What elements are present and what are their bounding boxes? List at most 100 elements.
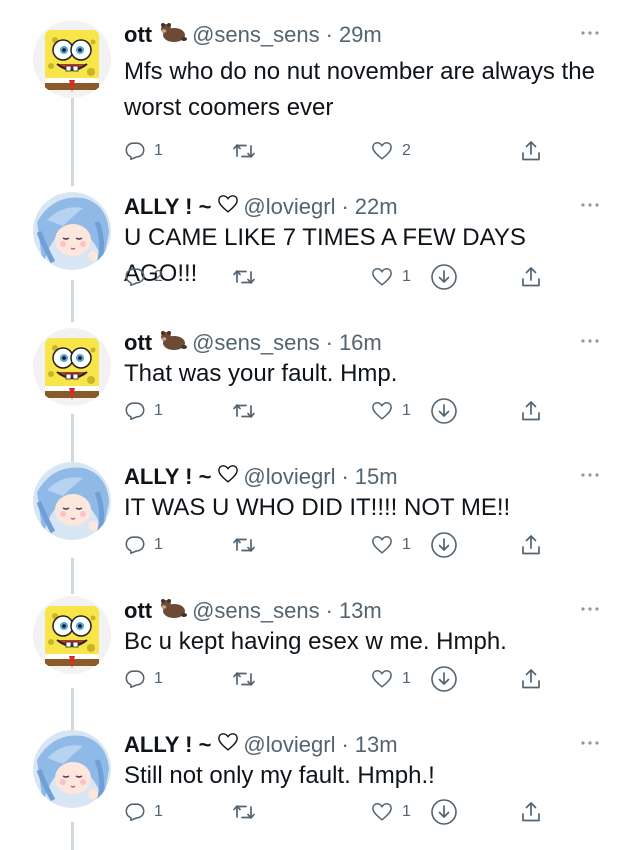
like-count: 2 (402, 142, 411, 159)
timestamp[interactable]: 13m (339, 598, 382, 623)
more-icon[interactable] (578, 736, 602, 750)
timestamp[interactable]: 29m (339, 22, 382, 47)
author-name[interactable]: ott (124, 330, 152, 355)
more-icon[interactable] (578, 26, 602, 40)
timestamp[interactable]: 13m (355, 732, 398, 757)
reply-count: 2 (154, 268, 163, 285)
heart-emoji-icon (217, 193, 239, 223)
retweet-icon (232, 139, 256, 163)
author-handle[interactable]: @loviegrl (243, 194, 335, 219)
reply-count: 1 (154, 803, 163, 820)
tweet-header: ALLY ! ~ @loviegrl · 22m (124, 192, 398, 222)
share-button[interactable] (519, 664, 543, 694)
timestamp[interactable]: 22m (355, 194, 398, 219)
reply-button[interactable]: 1 (124, 797, 163, 827)
tweet-text: Still not only my fault. Hmph.! (124, 762, 435, 789)
bear-emoji-icon (158, 597, 188, 627)
retweet-icon (232, 800, 256, 824)
avatar[interactable] (33, 730, 111, 808)
retweet-button[interactable] (232, 262, 256, 292)
avatar[interactable] (33, 596, 111, 674)
share-icon (519, 533, 543, 557)
like-count: 1 (402, 536, 411, 553)
download-icon (430, 665, 458, 693)
reply-button[interactable]: 1 (124, 396, 163, 426)
author-handle[interactable]: @loviegrl (243, 464, 335, 489)
share-button[interactable] (519, 530, 543, 560)
retweet-icon (232, 265, 256, 289)
more-icon[interactable] (578, 198, 602, 212)
download-button[interactable] (430, 797, 458, 827)
author-name[interactable]: ALLY ! ~ (124, 732, 211, 757)
reply-button[interactable]: 1 (124, 136, 163, 166)
retweet-button[interactable] (232, 664, 256, 694)
retweet-button[interactable] (232, 396, 256, 426)
retweet-icon (232, 399, 256, 423)
tweet-actions: 11 (124, 797, 544, 827)
author-handle[interactable]: @loviegrl (243, 732, 335, 757)
separator: · (341, 732, 349, 757)
tweet[interactable]: ALLY ! ~ @loviegrl · 22m U CAME LIKE 7 TIMES… (0, 192, 640, 296)
avatar[interactable] (33, 192, 111, 270)
tweet-header: ott @sens_sens · 29m (124, 20, 382, 50)
tweet[interactable]: ott @sens_sens · 16m That was your fault. Hm… (0, 328, 640, 430)
author-name[interactable]: ALLY ! ~ (124, 464, 211, 489)
timestamp[interactable]: 16m (339, 330, 382, 355)
retweet-button[interactable] (232, 530, 256, 560)
share-icon (519, 265, 543, 289)
share-button[interactable] (519, 396, 543, 426)
reply-icon (124, 534, 146, 556)
more-icon[interactable] (578, 602, 602, 616)
avatar[interactable] (33, 328, 111, 406)
author-name[interactable]: ott (124, 598, 152, 623)
download-icon (430, 798, 458, 826)
like-button[interactable]: 1 (370, 664, 411, 694)
reply-button[interactable]: 1 (124, 664, 163, 694)
download-button[interactable] (430, 396, 458, 426)
tweet[interactable]: ALLY ! ~ @loviegrl · 13m Still not only my f… (0, 730, 640, 831)
author-handle[interactable]: @sens_sens (192, 598, 320, 623)
tweet-header: ott @sens_sens · 16m (124, 328, 382, 358)
like-button[interactable]: 1 (370, 396, 411, 426)
author-name[interactable]: ott (124, 22, 152, 47)
reply-icon (124, 400, 146, 422)
separator: · (325, 22, 333, 47)
download-button[interactable] (430, 664, 458, 694)
share-button[interactable] (519, 797, 543, 827)
retweet-icon (232, 667, 256, 691)
author-name[interactable]: ALLY ! ~ (124, 194, 211, 219)
retweet-icon (232, 533, 256, 557)
share-button[interactable] (519, 136, 543, 166)
like-icon (370, 534, 394, 556)
share-icon (519, 399, 543, 423)
reply-button[interactable]: 2 (124, 262, 163, 292)
like-button[interactable]: 2 (370, 136, 411, 166)
more-icon[interactable] (578, 468, 602, 482)
timestamp[interactable]: 15m (355, 464, 398, 489)
more-icon[interactable] (578, 334, 602, 348)
like-button[interactable]: 1 (370, 530, 411, 560)
avatar[interactable] (33, 20, 111, 98)
like-icon (370, 140, 394, 162)
retweet-button[interactable] (232, 797, 256, 827)
separator: · (325, 598, 333, 623)
download-icon (430, 397, 458, 425)
like-count: 1 (402, 402, 411, 419)
avatar[interactable] (33, 462, 111, 540)
share-button[interactable] (519, 262, 543, 292)
reply-button[interactable]: 1 (124, 530, 163, 560)
retweet-button[interactable] (232, 136, 256, 166)
tweet[interactable]: ott @sens_sens · 13m Bc u kept having esex w… (0, 596, 640, 698)
tweet-actions: 12 (124, 136, 544, 166)
like-icon (370, 801, 394, 823)
tweet[interactable]: ALLY ! ~ @loviegrl · 15m IT WAS U WHO DID IT… (0, 462, 640, 564)
share-icon (519, 800, 543, 824)
tweet[interactable]: ott @sens_sens · 29m Mfs who do no nut novem… (0, 20, 640, 170)
download-button[interactable] (430, 262, 458, 292)
download-button[interactable] (430, 530, 458, 560)
like-count: 1 (402, 670, 411, 687)
like-button[interactable]: 1 (370, 262, 411, 292)
author-handle[interactable]: @sens_sens (192, 22, 320, 47)
like-button[interactable]: 1 (370, 797, 411, 827)
author-handle[interactable]: @sens_sens (192, 330, 320, 355)
